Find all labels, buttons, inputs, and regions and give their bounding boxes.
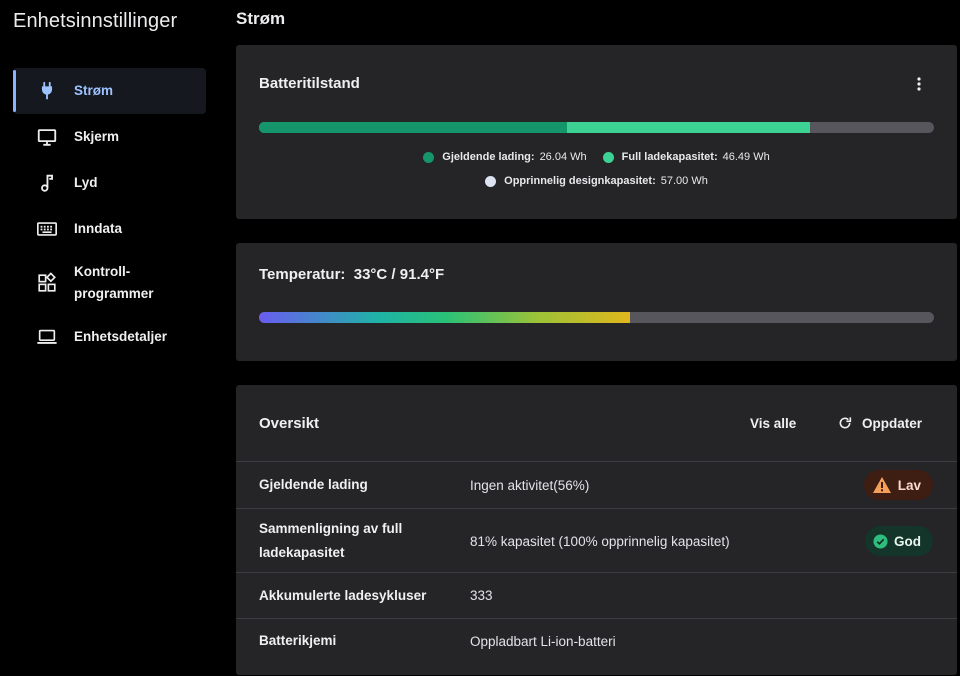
monitor-icon (36, 126, 58, 148)
row-label: Batterikjemi (259, 633, 337, 648)
status-badge-good: God (865, 526, 933, 556)
view-all-button[interactable]: Vis alle (750, 416, 796, 431)
row-value: Ingen aktivitet(56%) (470, 478, 590, 493)
battery-legend-row-2: Opprinnelig designkapasitet: 57.00 Wh (236, 175, 957, 187)
app-title: Enhetsinnstillinger (13, 10, 178, 32)
battery-health-card: Batteritilstand Gjeldende lading: 26.04 … (236, 45, 957, 219)
refresh-icon (837, 415, 853, 431)
table-row: Gjeldende lading Ingen aktivitet(56%) La… (236, 461, 957, 508)
temperature-fill (259, 312, 631, 323)
legend-label: Full ladekapasitet: (621, 151, 718, 163)
row-value: 81% kapasitet (100% opprinnelig kapasite… (470, 534, 730, 549)
temperature-title: Temperatur: 33°C / 91.4°F (259, 266, 444, 283)
laptop-icon (36, 326, 58, 348)
current-charge-segment (259, 122, 568, 133)
legend-value: 26.04 Wh (539, 151, 587, 163)
sidebar-item-kontrollprogrammer[interactable]: Kontroll- programmer (13, 252, 206, 314)
plug-icon (36, 80, 58, 102)
sidebar-item-label: Strøm (74, 83, 114, 98)
sidebar-item-strom[interactable]: Strøm (13, 68, 206, 114)
sidebar-nav: Strøm Skjerm Lyd Inndata Kontroll- progr… (13, 68, 206, 360)
warning-icon (872, 477, 891, 493)
sidebar-item-label: Enhetsdetaljer (74, 329, 168, 344)
legend-value: 57.00 Wh (660, 175, 708, 187)
temperature-card: Temperatur: 33°C / 91.4°F (236, 243, 957, 361)
temperature-bar (259, 312, 934, 323)
sidebar-item-label: Inndata (74, 221, 123, 236)
sidebar-item-label: Skjerm (74, 129, 120, 144)
sidebar-item-inndata[interactable]: Inndata (13, 206, 206, 252)
current-charge-dot (423, 151, 435, 163)
check-circle-icon (873, 533, 888, 549)
sidebar: Enhetsinnstillinger Strøm Skjerm Lyd Inn… (0, 0, 216, 664)
legend-label: Opprinnelig designkapasitet: (504, 175, 656, 187)
refresh-label: Oppdater (862, 415, 923, 431)
sidebar-item-label: Lyd (74, 175, 98, 190)
sidebar-item-skjerm[interactable]: Skjerm (13, 114, 206, 160)
status-badge-low: Lav (863, 470, 933, 500)
sidebar-item-enhetsdetaljer[interactable]: Enhetsdetaljer (13, 314, 206, 360)
page-title: Strøm (236, 9, 286, 28)
legend-label: Gjeldende lading: (442, 151, 535, 163)
battery-legend: Gjeldende lading: 26.04 Wh Full ladekapa… (236, 151, 957, 163)
row-value: 333 (470, 588, 493, 603)
temperature-value: 33°C / 91.4°F (353, 266, 445, 283)
badge-label: Lav (897, 477, 921, 493)
badge-label: God (894, 533, 921, 549)
sidebar-item-label: Kontroll- programmer (74, 264, 154, 301)
table-row: Batterikjemi Oppladbart Li-ion-batteri (236, 618, 957, 676)
table-row: Akkumulerte ladesykluser 333 (236, 572, 957, 618)
overview-title: Oversikt (259, 415, 320, 432)
battery-health-title: Batteritilstand (259, 75, 360, 92)
row-label: Akkumulerte ladesykluser (259, 588, 427, 603)
keyboard-icon (36, 218, 58, 240)
legend-current-charge: Gjeldende lading: 26.04 Wh (423, 151, 587, 163)
design-capacity-dot (485, 175, 497, 187)
widgets-icon (36, 272, 58, 294)
legend-value: 46.49 Wh (722, 151, 770, 163)
sidebar-item-lyd[interactable]: Lyd (13, 160, 206, 206)
full-capacity-dot (602, 151, 614, 163)
overview-card: Oversikt Vis alle Oppdater Gjeldende lad… (236, 385, 957, 675)
refresh-button[interactable]: Oppdater (837, 415, 922, 431)
legend-full-capacity: Full ladekapasitet: 46.49 Wh (602, 151, 770, 163)
temperature-label: Temperatur: (259, 266, 346, 283)
music-note-icon (36, 172, 58, 194)
table-row: Sammenligning av full ladekapasitet 81% … (236, 508, 957, 573)
more-options-icon[interactable] (911, 75, 927, 93)
battery-capacity-bar (259, 122, 934, 133)
row-value: Oppladbart Li-ion-batteri (470, 634, 616, 649)
legend-design-capacity: Opprinnelig designkapasitet: 57.00 Wh (485, 175, 708, 187)
row-label: Gjeldende lading (259, 477, 368, 492)
row-label: Sammenligning av full ladekapasitet (259, 521, 403, 560)
